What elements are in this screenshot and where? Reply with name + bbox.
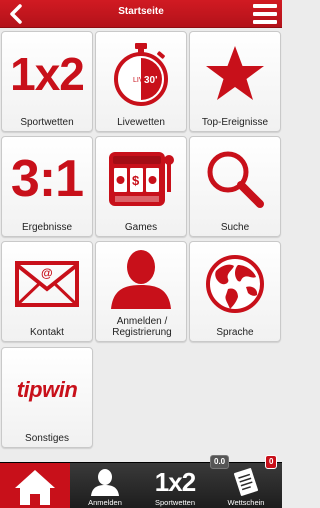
nav-label: Anmelden [88, 498, 122, 507]
tile-sonstiges[interactable]: tipwin Sonstiges [1, 347, 93, 448]
tile-sportwetten[interactable]: 1x2 Sportwetten [1, 31, 93, 132]
page-title: Startseite [118, 6, 164, 17]
nav-home-button[interactable] [0, 463, 70, 508]
score-icon: 3:1 [10, 150, 84, 208]
nav-login-button[interactable]: Anmelden [70, 463, 140, 508]
tile-label: Sportwetten [20, 117, 74, 128]
tile-ergebnisse[interactable]: 3:1 Ergebnisse [1, 136, 93, 237]
tile-livewetten[interactable]: LIVE 30' Livewetten [95, 31, 187, 132]
tile-label: Kontakt [30, 327, 64, 338]
tile-anmelden[interactable]: Anmelden / Registrierung [95, 241, 187, 342]
home-icon [0, 469, 70, 505]
nav-wettschein-button[interactable]: 0.0 0 Wettschein [210, 455, 282, 508]
svg-text:$: $ [132, 173, 140, 188]
hamburger-menu-icon[interactable] [252, 1, 278, 27]
search-icon [190, 143, 280, 215]
tile-label: Sonstiges [25, 433, 69, 444]
tile-label: Top-Ereignisse [201, 117, 269, 128]
tile-label: Suche [220, 222, 250, 233]
nav-label: Wettschein [227, 498, 265, 507]
globe-icon [190, 248, 280, 320]
user-icon [96, 246, 186, 310]
slot-machine-icon: $ [96, 143, 186, 215]
tile-label: Games [124, 222, 158, 233]
tile-games[interactable]: $ Games [95, 136, 187, 237]
svg-text:@: @ [41, 266, 53, 280]
1x2-icon: 1x2 [10, 48, 85, 100]
tipwin-logo: tipwin [16, 377, 78, 402]
user-icon [70, 467, 140, 497]
betslip-icon [210, 467, 282, 497]
bottom-nav: Anmelden 1x2 Sportwetten 0.0 0 Wettschei… [0, 455, 282, 508]
top-bar: Startseite [0, 0, 282, 28]
tile-top-ereignisse[interactable]: Top-Ereignisse [189, 31, 281, 132]
envelope-icon: @ [2, 248, 92, 320]
tile-label: Livewetten [117, 117, 165, 128]
tile-sprache[interactable]: Sprache [189, 241, 281, 342]
tile-kontakt[interactable]: @ Kontakt [1, 241, 93, 342]
1x2-icon: 1x2 [154, 466, 196, 497]
star-icon [190, 38, 280, 110]
tile-label: Sprache [216, 327, 254, 338]
nav-sportwetten-button[interactable]: 1x2 Sportwetten [140, 463, 210, 508]
tile-label: Ergebnisse [21, 222, 73, 233]
tile-label: Anmelden / Registrierung [112, 316, 172, 338]
stopwatch-icon: LIVE 30' [96, 38, 186, 110]
tile-suche[interactable]: Suche [189, 136, 281, 237]
nav-label: Sportwetten [154, 498, 196, 507]
svg-text:30': 30' [144, 75, 158, 86]
